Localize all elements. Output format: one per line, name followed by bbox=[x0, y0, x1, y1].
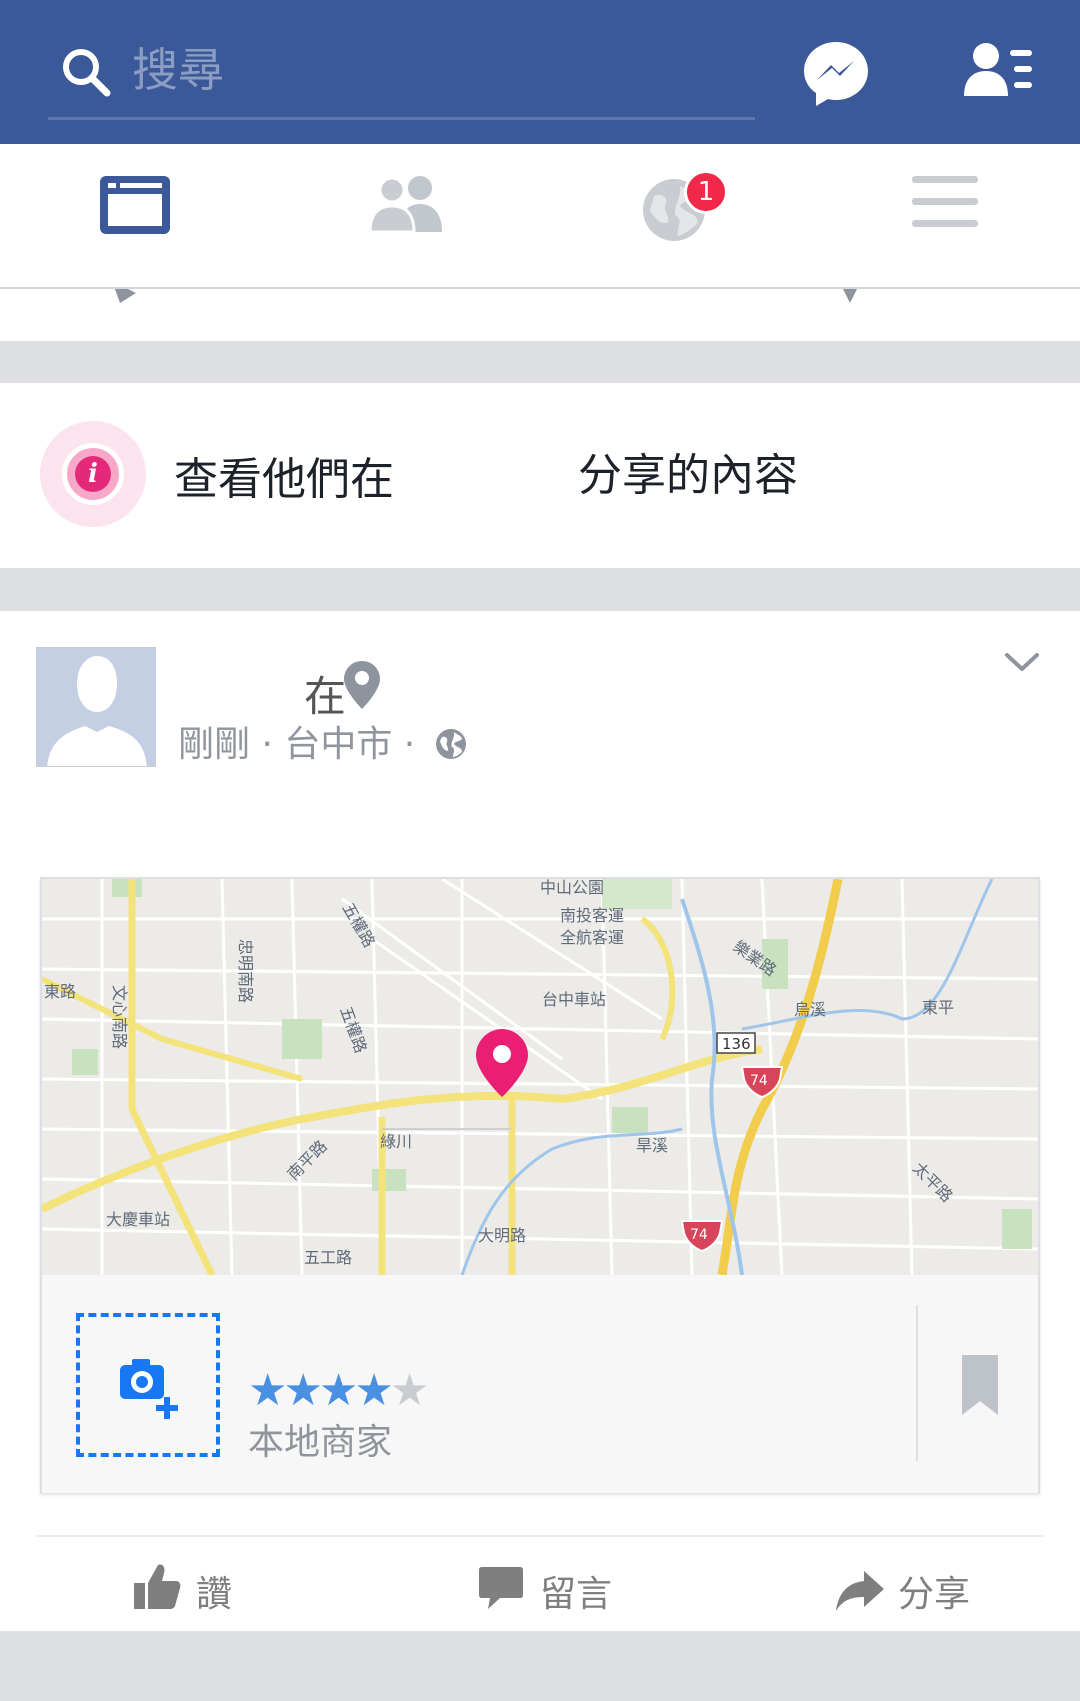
public-audience-icon[interactable] bbox=[434, 727, 468, 761]
notification-badge: 1 bbox=[684, 170, 728, 214]
feed-separator bbox=[0, 1631, 1080, 1701]
post-card: 在 剛剛 · 台中市 · 中山公園 南投客運 全航客運 台中車站 樂業路 東平 … bbox=[0, 611, 1080, 1631]
map-graphic: 中山公園 南投客運 全航客運 台中車站 樂業路 東平 五權路 忠明南路 文心南路… bbox=[42, 879, 1038, 1275]
share-label: 分享 bbox=[898, 1574, 971, 1615]
bookmark-icon[interactable] bbox=[960, 1353, 1000, 1417]
search-placeholder: 搜尋 bbox=[132, 43, 224, 97]
feed-separator bbox=[0, 341, 1080, 383]
top-bar: 搜尋 bbox=[0, 0, 1080, 144]
tab-news-feed[interactable] bbox=[98, 174, 188, 264]
map-label-daming: 大明路 bbox=[478, 1226, 526, 1245]
map-label-park: 中山公園 bbox=[540, 879, 604, 897]
place-info-row: ★★★★★ 本地商家 bbox=[42, 1275, 1038, 1493]
map-label-daqing: 大慶車站 bbox=[106, 1210, 170, 1229]
default-avatar-icon bbox=[37, 648, 155, 766]
tab-menu[interactable] bbox=[912, 174, 1002, 264]
star-filled-icon: ★ bbox=[354, 1365, 394, 1416]
route-74-label-a: 74 bbox=[750, 1073, 768, 1089]
tab-bar bbox=[0, 144, 1080, 289]
map-label-bus1: 南投客運 bbox=[560, 906, 624, 925]
like-button[interactable]: 讚 bbox=[132, 1551, 282, 1631]
place-category: 本地商家 bbox=[248, 1422, 393, 1463]
share-icon bbox=[836, 1571, 884, 1611]
news-feed-icon bbox=[100, 176, 170, 234]
place-card[interactable]: 中山公園 南投客運 全航客運 台中車站 樂業路 東平 五權路 忠明南路 文心南路… bbox=[40, 877, 1040, 1493]
menu-icon bbox=[912, 176, 978, 227]
map-label-stream: 綠川 bbox=[380, 1132, 412, 1151]
add-photo-button[interactable] bbox=[76, 1313, 220, 1457]
composer-icons-partial bbox=[114, 289, 857, 303]
star-filled-icon: ★ bbox=[248, 1365, 288, 1416]
search-bar[interactable]: 搜尋 bbox=[48, 30, 755, 120]
map-label-zhongming: 忠明南路 bbox=[236, 939, 255, 1003]
rating-stars: ★★★★★ bbox=[248, 1365, 430, 1416]
star-filled-icon: ★ bbox=[318, 1365, 359, 1416]
comment-label: 留言 bbox=[540, 1574, 613, 1615]
map-label-bottom-road: 五工路 bbox=[304, 1248, 352, 1267]
info-banner-text-start: 查看他們在 bbox=[174, 454, 394, 505]
info-icon: i bbox=[40, 421, 146, 527]
map-label-left-road: 東路 bbox=[44, 982, 76, 1001]
map-label-wenxin: 文心南路 bbox=[110, 985, 129, 1049]
tab-friends[interactable] bbox=[368, 174, 458, 264]
divider bbox=[916, 1305, 918, 1461]
map-label-creek: 旱溪 bbox=[636, 1136, 668, 1155]
messenger-icon[interactable] bbox=[800, 38, 872, 110]
location-pin-icon bbox=[344, 661, 380, 709]
chevron-down-icon[interactable] bbox=[1004, 651, 1040, 675]
share-button[interactable]: 分享 bbox=[834, 1551, 1004, 1631]
divider bbox=[36, 1535, 1044, 1537]
map-label-river: 烏溪 bbox=[794, 1000, 826, 1019]
feed-separator bbox=[0, 568, 1080, 611]
star-empty-icon: ★ bbox=[389, 1365, 430, 1416]
map-label-bus2: 全航客運 bbox=[560, 928, 624, 947]
comment-icon bbox=[479, 1567, 523, 1609]
post-meta: 剛剛 · 台中市 · bbox=[178, 724, 416, 765]
route-74-label-b: 74 bbox=[690, 1227, 708, 1243]
route-136-label: 136 bbox=[722, 1035, 751, 1053]
like-label: 讚 bbox=[196, 1574, 233, 1615]
friend-requests-icon[interactable] bbox=[962, 40, 1034, 102]
friends-icon bbox=[368, 176, 442, 234]
map-label-east-road: 東平 bbox=[922, 998, 954, 1017]
composer-actions-strip bbox=[0, 289, 1080, 341]
star-filled-icon: ★ bbox=[283, 1365, 323, 1416]
comment-button[interactable]: 留言 bbox=[476, 1551, 636, 1631]
info-banner[interactable]: i 查看他們在 分享的內容 bbox=[0, 383, 1080, 568]
info-banner-text-end: 分享的內容 bbox=[578, 450, 798, 501]
avatar[interactable] bbox=[36, 647, 156, 767]
thumbs-up-icon bbox=[134, 1564, 181, 1609]
map-label-station: 台中車站 bbox=[542, 990, 606, 1009]
search-icon bbox=[63, 49, 111, 97]
map-preview[interactable]: 中山公園 南投客運 全航客運 台中車站 樂業路 東平 五權路 忠明南路 文心南路… bbox=[42, 879, 1038, 1275]
camera-plus-icon bbox=[120, 1359, 178, 1419]
